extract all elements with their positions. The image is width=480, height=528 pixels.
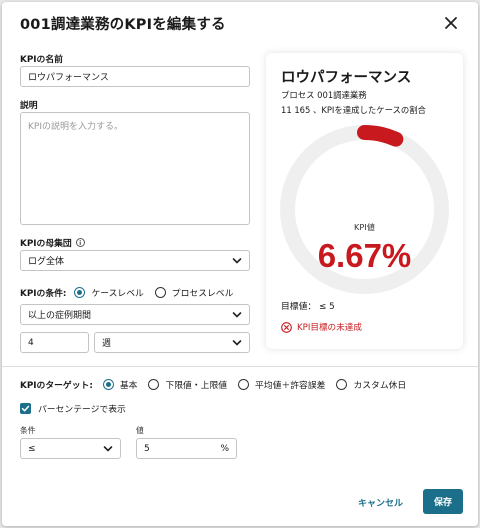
radio-case-level[interactable] — [74, 287, 86, 298]
description-label: 説明 — [20, 101, 38, 111]
population-value: ログ全体 — [28, 257, 65, 267]
target-option-mean-label: 平均値＋許容誤差 — [255, 381, 326, 391]
section-divider — [2, 366, 478, 367]
radio-bounds[interactable] — [148, 379, 160, 390]
target-option-bounds[interactable]: 下限値・上限値 — [148, 378, 227, 391]
chevron-down-icon — [103, 445, 113, 452]
target-label: KPIのターゲット: — [20, 381, 93, 391]
operator-value: ≤ — [28, 443, 36, 454]
condition-option-case-label: ケースレベル — [91, 289, 144, 299]
value-input-value: 5 — [144, 443, 150, 454]
radio-mean[interactable] — [238, 379, 250, 390]
chevron-down-icon — [232, 339, 242, 346]
condition-select-value: 以上の症例期間 — [28, 311, 92, 321]
info-icon[interactable]: i — [75, 238, 85, 247]
preview-cases: 11 165 、KPIを達成したケースの割合 — [281, 105, 427, 115]
condition-option-process-label: プロセスレベル — [171, 289, 234, 299]
target-option-mean[interactable]: 平均値＋許容誤差 — [238, 378, 325, 391]
percentage-checkbox[interactable] — [20, 403, 31, 414]
duration-number-value: 4 — [28, 337, 34, 348]
condition-option-process[interactable]: プロセスレベル — [154, 286, 234, 299]
radio-basic[interactable] — [102, 379, 114, 390]
chevron-down-icon — [232, 257, 242, 264]
operator-select[interactable]: ≤ — [20, 438, 121, 459]
cancel-button[interactable]: キャンセル — [358, 496, 403, 509]
check-icon — [21, 405, 30, 412]
percentage-row[interactable]: パーセンテージで表示 — [20, 402, 126, 415]
kpi-status-text: KPI目標の未達成 — [297, 323, 362, 333]
population-label: KPIの母集団 — [20, 239, 72, 249]
value-unit: % — [220, 443, 229, 454]
value-input[interactable]: 5 % — [136, 438, 237, 459]
target-option-basic[interactable]: 基本 — [102, 378, 138, 391]
target-option-basic-label: 基本 — [119, 381, 138, 391]
kpi-name-input[interactable]: ロウパフォーマンス — [20, 66, 250, 87]
condition-select[interactable]: 以上の症例期間 — [20, 304, 250, 325]
duration-number-input[interactable]: 4 — [20, 332, 89, 353]
population-label-row: KPIの母集団 i — [20, 236, 85, 249]
target-option-custom-label: カスタム休日 — [353, 381, 407, 391]
preview-title: ロウパフォーマンス — [281, 70, 412, 86]
condition-option-case[interactable]: ケースレベル — [74, 286, 144, 299]
close-icon[interactable] — [443, 15, 459, 31]
save-button[interactable]: 保存 — [423, 489, 463, 514]
target-value: 目標値： ≤ 5 — [281, 302, 335, 312]
preview-process: プロセス 001調達業務 — [281, 90, 367, 100]
value-label: 値 — [136, 426, 144, 435]
population-select[interactable]: ログ全体 — [20, 250, 250, 271]
radio-custom[interactable] — [336, 379, 348, 390]
description-placeholder: KPIの説明を入力する。 — [28, 122, 123, 132]
kpi-status: KPI目標の未達成 — [281, 321, 362, 333]
kpi-preview-card: ロウパフォーマンス プロセス 001調達業務 11 165 、KPIを達成したケ… — [266, 53, 463, 349]
percentage-checkbox-label: パーセンテージで表示 — [38, 405, 126, 415]
condition-row: KPIの条件: ケースレベル プロセスレベル — [20, 286, 244, 299]
kpi-name-value: ロウパフォーマンス — [28, 73, 109, 83]
operator-label: 条件 — [20, 426, 36, 435]
target-option-bounds-label: 下限値・上限値 — [165, 381, 228, 391]
kpi-value: 6.67% — [317, 237, 412, 274]
kpi-name-label: KPIの名前 — [20, 55, 63, 65]
dialog-title: 001調達業務のKPIを編集する — [20, 17, 226, 33]
kpi-value-label: KPI値 — [354, 222, 375, 232]
duration-unit-select[interactable]: 週 — [94, 332, 250, 353]
target-option-custom[interactable]: カスタム休日 — [336, 378, 406, 391]
chevron-down-icon — [232, 311, 242, 318]
gauge-progress-arc — [357, 125, 404, 147]
condition-label: KPIの条件: — [20, 289, 67, 299]
description-textarea[interactable]: KPIの説明を入力する。 — [20, 112, 250, 225]
target-row: KPIのターゲット: 基本 下限値・上限値 平均値＋許容誤差 カスタム休日 — [20, 378, 417, 391]
duration-unit-value: 週 — [102, 339, 112, 349]
radio-process-level[interactable] — [154, 287, 166, 298]
edit-kpi-dialog: 001調達業務のKPIを編集する KPIの名前 ロウパフォーマンス 説明 KPI… — [2, 2, 478, 526]
error-circle-icon — [281, 321, 292, 333]
